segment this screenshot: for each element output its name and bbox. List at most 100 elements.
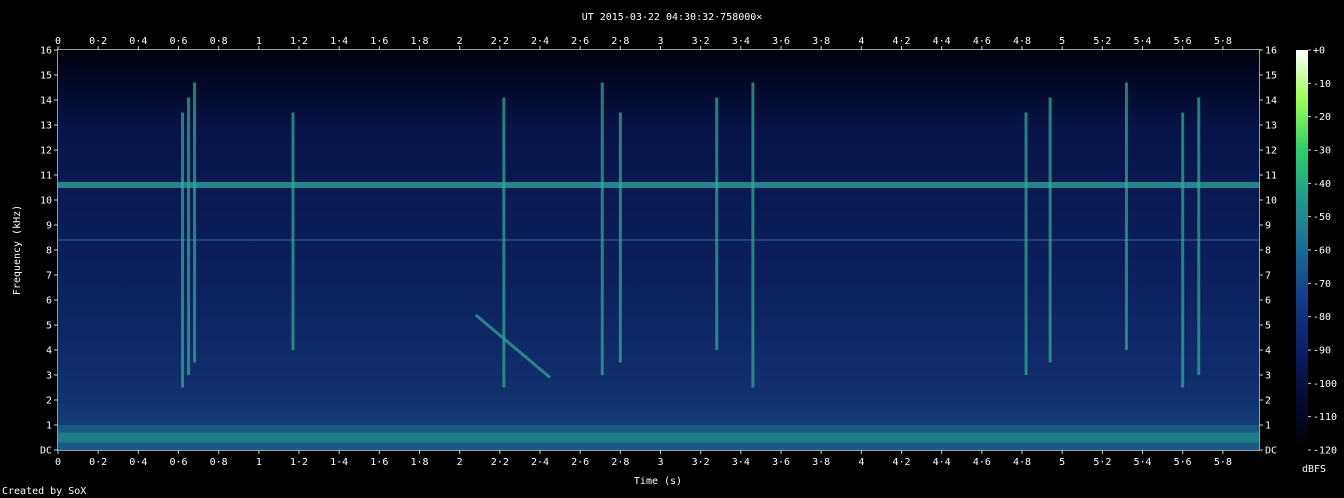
secondary-band bbox=[58, 239, 1259, 241]
x-tick-label: 0·6 bbox=[169, 457, 187, 468]
x-tick-label-top: 0·6 bbox=[169, 36, 187, 47]
x-tick-label: 3·8 bbox=[812, 457, 830, 468]
y-tick-label-right: 10 bbox=[1265, 196, 1277, 207]
colorbar-tick-label: -30 bbox=[1313, 146, 1331, 157]
colorbar-gradient bbox=[1296, 50, 1308, 450]
y-tick-label-right: 7 bbox=[1265, 271, 1271, 282]
x-tick-label-top: 2 bbox=[457, 36, 463, 47]
energy-gradient bbox=[58, 50, 1259, 450]
x-tick-label: 0·8 bbox=[210, 457, 228, 468]
x-tick-label: 3·4 bbox=[732, 457, 750, 468]
x-tick-label-top: 2·2 bbox=[491, 36, 509, 47]
colorbar-tick-label: -90 bbox=[1313, 346, 1331, 357]
vertical-streak bbox=[187, 97, 191, 375]
y-tick-label: 11 bbox=[40, 171, 52, 182]
vertical-streak bbox=[291, 112, 295, 350]
y-tick-label-right: 11 bbox=[1265, 171, 1277, 182]
vertical-streak bbox=[1197, 97, 1201, 375]
y-tick-label-right: 8 bbox=[1265, 246, 1271, 257]
x-tick-label: 4·6 bbox=[973, 457, 991, 468]
y-tick-label-right: 14 bbox=[1265, 96, 1277, 107]
colorbar-tick-label: -120 bbox=[1313, 446, 1337, 457]
y-tick-label-right: 6 bbox=[1265, 296, 1271, 307]
x-tick-label-top: 2·6 bbox=[571, 36, 589, 47]
x-tick-label: 2·4 bbox=[531, 457, 549, 468]
colorbar-tick-label: +0 bbox=[1313, 46, 1325, 57]
y-tick-label: 16 bbox=[40, 46, 52, 57]
x-tick-label: 4·8 bbox=[1013, 457, 1031, 468]
x-tick-label-top: 0·8 bbox=[210, 36, 228, 47]
y-tick-label-right: 9 bbox=[1265, 221, 1271, 232]
x-tick-label: 4·4 bbox=[933, 457, 951, 468]
y-axis-label: Frequency (kHz) bbox=[12, 205, 23, 295]
x-tick-label-top: 5·6 bbox=[1174, 36, 1192, 47]
colorbar-tick-label: -10 bbox=[1313, 79, 1331, 90]
x-tick-label-top: 4·8 bbox=[1013, 36, 1031, 47]
x-tick-label: 1·4 bbox=[330, 457, 348, 468]
x-tick-label-top: 0 bbox=[55, 36, 61, 47]
y-tick-label: DC bbox=[40, 446, 52, 457]
y-tick-label: 2 bbox=[46, 396, 52, 407]
x-tick-label-top: 1·8 bbox=[410, 36, 428, 47]
x-tick-label-top: 1 bbox=[256, 36, 262, 47]
y-tick-label: 4 bbox=[46, 346, 52, 357]
y-tick-label: 8 bbox=[46, 246, 52, 257]
x-tick-label: 2·2 bbox=[491, 457, 509, 468]
x-axis-label: Time (s) bbox=[634, 476, 682, 487]
vertical-streak bbox=[1024, 112, 1028, 375]
x-tick-label-top: 4·4 bbox=[933, 36, 951, 47]
x-tick-label: 4·2 bbox=[892, 457, 910, 468]
spectrogram-svg: 000·20·20·40·40·60·60·80·8111·21·21·41·4… bbox=[2, 12, 1337, 497]
colorbar-tick-label: -20 bbox=[1313, 112, 1331, 123]
x-tick-label: 1·6 bbox=[370, 457, 388, 468]
y-tick-label: 9 bbox=[46, 221, 52, 232]
colorbar-tick-label: -70 bbox=[1313, 279, 1331, 290]
colorbar-tick-label: -60 bbox=[1313, 246, 1331, 257]
y-tick-label-right: DC bbox=[1265, 446, 1277, 457]
colorbar-tick-label: -50 bbox=[1313, 212, 1331, 223]
x-tick-label: 3·6 bbox=[772, 457, 790, 468]
colorbar-tick-label: -80 bbox=[1313, 312, 1331, 323]
colorbar-tick-label: -40 bbox=[1313, 179, 1331, 190]
colorbar-label: dBFS bbox=[1302, 464, 1326, 475]
x-tick-label: 3·2 bbox=[692, 457, 710, 468]
vertical-streak bbox=[181, 112, 185, 388]
dc-band bbox=[58, 432, 1259, 443]
y-tick-label: 7 bbox=[46, 271, 52, 282]
chart-title: UT 2015-03-22 04:30:32·758000× bbox=[582, 12, 763, 23]
y-tick-label-right: 5 bbox=[1265, 321, 1271, 332]
x-tick-label: 5·8 bbox=[1214, 457, 1232, 468]
spectrogram-chart: 0 0 0·2 0·2 0·4 0·4 0·6 0·6 0·8 0·8 1 1 1·2 1·2 1·4 1·4… bbox=[0, 0, 1344, 498]
x-tick-label: 5·2 bbox=[1093, 457, 1111, 468]
x-tick-label-top: 0·2 bbox=[89, 36, 107, 47]
y-tick-label: 12 bbox=[40, 146, 52, 157]
y-tick-label: 5 bbox=[46, 321, 52, 332]
y-tick-label: 3 bbox=[46, 371, 52, 382]
x-tick-label: 2 bbox=[457, 457, 463, 468]
y-tick-label-right: 13 bbox=[1265, 121, 1277, 132]
x-tick-label-top: 4·2 bbox=[892, 36, 910, 47]
vertical-streak bbox=[1181, 112, 1185, 388]
vertical-streak bbox=[600, 82, 604, 375]
x-tick-label-top: 3·4 bbox=[732, 36, 750, 47]
x-tick-label: 4 bbox=[858, 457, 864, 468]
vertical-streak bbox=[618, 112, 622, 363]
x-tick-label: 2·6 bbox=[571, 457, 589, 468]
x-tick-label-top: 2·8 bbox=[611, 36, 629, 47]
y-tick-label: 15 bbox=[40, 71, 52, 82]
colorbar-tick-label: -110 bbox=[1313, 412, 1337, 423]
x-tick-label: 1·2 bbox=[290, 457, 308, 468]
x-tick-label-top: 1·2 bbox=[290, 36, 308, 47]
x-tick-label: 0·2 bbox=[89, 457, 107, 468]
x-tick-label-top: 3·6 bbox=[772, 36, 790, 47]
vertical-streak bbox=[1048, 97, 1052, 363]
y-tick-label-right: 4 bbox=[1265, 346, 1271, 357]
y-tick-label-right: 15 bbox=[1265, 71, 1277, 82]
x-tick-label-top: 4·6 bbox=[973, 36, 991, 47]
y-tick-label: 10 bbox=[40, 196, 52, 207]
y-tick-label-right: 1 bbox=[1265, 421, 1271, 432]
y-tick-label-right: 3 bbox=[1265, 371, 1271, 382]
y-tick-label-right: 12 bbox=[1265, 146, 1277, 157]
x-tick-label-top: 4 bbox=[858, 36, 864, 47]
vertical-streak bbox=[1124, 82, 1128, 350]
